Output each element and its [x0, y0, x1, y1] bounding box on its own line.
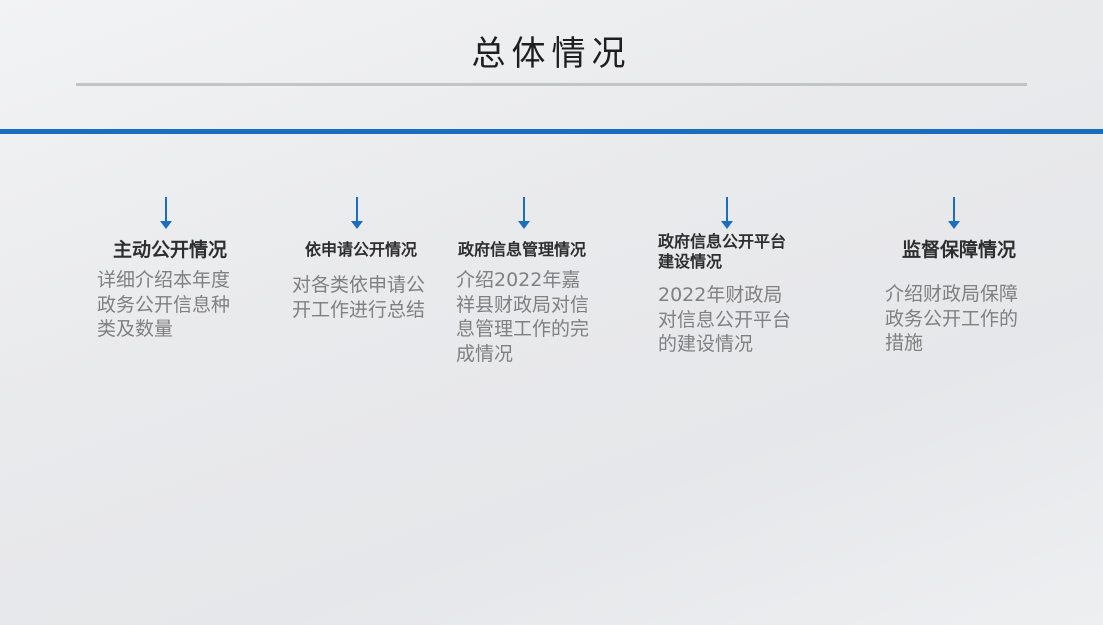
item-heading-proactive-disclosure: 主动公开情况 — [113, 239, 228, 261]
item-heading-request-disclosure: 依申请公开情况 — [305, 240, 418, 259]
slide: 总体情况 主动公开情况 详细介绍本年度政务公开信息种类及数量 依申请公开情况 对… — [0, 0, 1103, 625]
item-desc-request-disclosure: 对各类依申请公开工作进行总结 — [292, 274, 426, 321]
item-desc-platform-construction: 2022年财政局对信息公开平台的建设情况 — [658, 284, 792, 356]
item-desc-supervision: 介绍财政局保障政务公开工作的措施 — [885, 283, 1019, 355]
down-arrow-icon — [518, 197, 530, 230]
item-heading-info-management: 政府信息管理情况 — [458, 240, 587, 259]
title-divider — [76, 83, 1027, 86]
item-heading-supervision: 监督保障情况 — [902, 239, 1017, 261]
blue-accent-band — [0, 129, 1103, 134]
down-arrow-icon — [351, 197, 363, 230]
down-arrow-icon — [721, 197, 733, 230]
slide-title: 总体情况 — [471, 34, 632, 74]
down-arrow-icon — [160, 197, 172, 230]
item-heading-platform-construction: 政府信息公开平台建设情况 — [658, 232, 787, 271]
item-desc-proactive-disclosure: 详细介绍本年度政务公开信息种类及数量 — [97, 269, 231, 341]
item-desc-info-management: 介绍2022年嘉祥县财政局对信息管理工作的完成情况 — [456, 269, 590, 366]
down-arrow-icon — [948, 197, 960, 230]
